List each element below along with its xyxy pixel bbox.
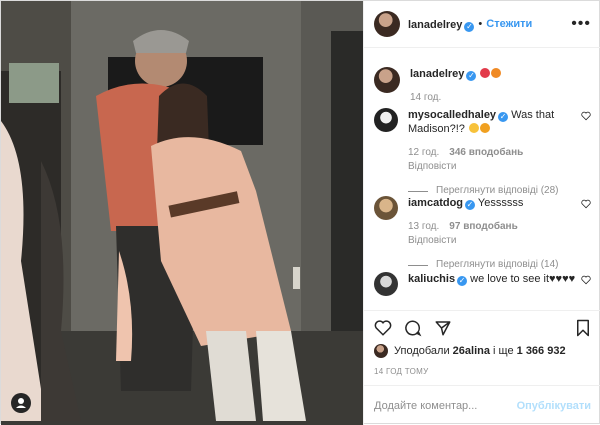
view-replies-button[interactable]: Переглянути відповіді (14) xyxy=(408,258,591,272)
post-sidebar: lanadelrey ✓ • Стежити ••• lanadelrey ✓ 14… xyxy=(363,1,600,425)
post-timestamp: 14 ГОД ТОМУ xyxy=(374,367,429,376)
post-actions xyxy=(364,310,600,344)
wink-emoji-icon xyxy=(468,123,479,133)
more-options-icon[interactable]: ••• xyxy=(571,15,591,33)
caption-time: 14 год. xyxy=(410,92,442,103)
likes-count[interactable]: 1 366 932 xyxy=(517,345,566,357)
reply-button[interactable]: Відповісти xyxy=(408,234,591,248)
commenter-avatar[interactable] xyxy=(374,196,398,220)
tagged-users-icon[interactable] xyxy=(11,393,31,413)
caption: lanadelrey ✓ 14 год. xyxy=(374,67,591,105)
commenter-username[interactable]: iamcatdog xyxy=(408,197,463,209)
comment-item: kaliuchis ✓ we love to see it♥♥♥♥ xyxy=(374,272,591,296)
commenter-username[interactable]: mysocalledhaley xyxy=(408,109,496,121)
like-icon[interactable] xyxy=(374,319,392,337)
commenter-avatar[interactable] xyxy=(374,108,398,132)
verified-icon: ✓ xyxy=(465,200,476,210)
face-emoji-icon xyxy=(479,123,490,133)
comment-item: iamcatdog ✓ Yessssss 13 год. 97 вподобань … xyxy=(374,196,591,272)
follow-button[interactable]: Стежити xyxy=(486,18,532,30)
verified-icon: ✓ xyxy=(466,71,477,81)
comment-icon[interactable] xyxy=(404,319,422,337)
commenter-username[interactable]: kaliuchis xyxy=(408,273,455,285)
peach-emoji-icon xyxy=(491,68,502,78)
likes-summary: Уподобали 26alina і ще 1 366 932 xyxy=(374,344,591,358)
post-header: lanadelrey ✓ • Стежити ••• xyxy=(364,1,600,48)
like-comment-icon[interactable] xyxy=(581,199,591,209)
like-comment-icon[interactable] xyxy=(581,111,591,121)
liker-avatar[interactable] xyxy=(374,344,388,358)
caption-username[interactable]: lanadelrey xyxy=(410,68,464,80)
comment-likes[interactable]: 346 вподобань xyxy=(449,147,523,158)
comment-item: mysocalledhaley ✓ Was that Madison?!? 12 … xyxy=(374,108,591,198)
commenter-avatar[interactable] xyxy=(374,272,398,296)
comments-list[interactable]: lanadelrey ✓ 14 год. mysocalledhaley ✓ Was… xyxy=(364,48,600,310)
photo-illustration xyxy=(1,1,363,425)
author-username[interactable]: lanadelrey ✓ xyxy=(408,15,475,33)
save-bookmark-icon[interactable] xyxy=(575,319,591,337)
like-comment-icon[interactable] xyxy=(581,275,591,285)
comment-likes[interactable]: 97 вподобань xyxy=(449,221,517,232)
comment-time: 13 год. xyxy=(408,221,440,232)
comment-text: we love to see it♥♥♥♥ xyxy=(470,273,576,285)
verified-icon: ✓ xyxy=(498,112,509,122)
author-avatar[interactable] xyxy=(374,11,400,37)
verified-icon: ✓ xyxy=(464,22,475,32)
heart-emoji-icon xyxy=(480,68,491,78)
comment-time: 12 год. xyxy=(408,147,440,158)
publish-button[interactable]: Опублікувати xyxy=(517,400,591,412)
caption-avatar[interactable] xyxy=(374,67,400,93)
reply-button[interactable]: Відповісти xyxy=(408,160,591,174)
post-photo[interactable] xyxy=(1,1,363,425)
comment-text: Yessssss xyxy=(477,197,524,209)
add-comment-bar: Додайте коментар... Опублікувати xyxy=(364,385,600,425)
share-icon[interactable] xyxy=(434,319,452,337)
comment-input[interactable]: Додайте коментар... xyxy=(374,400,477,412)
liker-username[interactable]: 26alina xyxy=(453,345,490,357)
post-dialog: lanadelrey ✓ • Стежити ••• lanadelrey ✓ 14… xyxy=(0,0,600,425)
verified-icon: ✓ xyxy=(457,276,468,286)
